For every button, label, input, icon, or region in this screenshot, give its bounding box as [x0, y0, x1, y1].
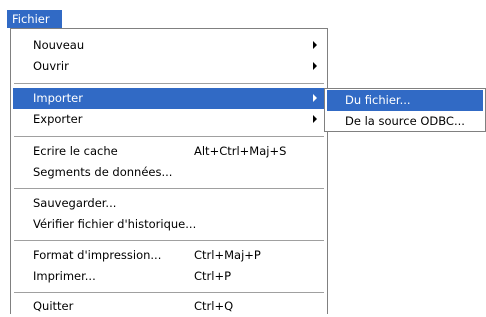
menu-item-label: Nouveau	[33, 38, 85, 52]
menu-item-nouveau[interactable]: Nouveau	[13, 35, 325, 56]
menu-item-label: Format d'impression...	[33, 248, 162, 262]
submenu-arrow-icon	[313, 94, 317, 102]
menu-item-shortcut: Ctrl+P	[194, 269, 232, 283]
menu-item-label: De la source ODBC...	[345, 114, 465, 128]
menu-fichier[interactable]: Fichier	[7, 10, 62, 28]
menu-item-verifier-historique[interactable]: Vérifier fichier d'historique...	[13, 214, 325, 235]
submenu-item-source-odbc[interactable]: De la source ODBC...	[327, 111, 483, 132]
menu-item-label: Vérifier fichier d'historique...	[33, 217, 197, 231]
menu-item-label: Imprimer...	[33, 269, 96, 283]
menu-separator	[14, 240, 324, 241]
import-submenu: Du fichier... De la source ODBC...	[324, 88, 486, 132]
menu-item-ouvrir[interactable]: Ouvrir	[13, 56, 325, 77]
menu-item-label: Ecrire le cache	[33, 144, 118, 158]
menu-item-ecrire-cache[interactable]: Ecrire le cache Alt+Ctrl+Maj+S	[13, 141, 325, 162]
menu-separator	[14, 83, 324, 84]
menu-separator	[14, 188, 324, 189]
menu-item-imprimer[interactable]: Imprimer... Ctrl+P	[13, 266, 325, 287]
submenu-arrow-icon	[313, 41, 317, 49]
menu-separator	[14, 136, 324, 137]
menu-item-label: Exporter	[33, 112, 83, 126]
menu-item-shortcut: Alt+Ctrl+Maj+S	[194, 144, 287, 158]
submenu-arrow-icon	[313, 115, 317, 123]
menu-item-label: Sauvegarder...	[33, 196, 117, 210]
menu-item-label: Importer	[33, 91, 83, 105]
file-menu: Nouveau Ouvrir Importer Exporter Ecrire …	[10, 28, 328, 314]
menu-item-label: Ouvrir	[33, 59, 69, 73]
submenu-item-du-fichier[interactable]: Du fichier...	[327, 90, 483, 111]
menu-item-label: Segments de données...	[33, 165, 173, 179]
submenu-arrow-icon	[313, 62, 317, 70]
menu-item-format-impression[interactable]: Format d'impression... Ctrl+Maj+P	[13, 245, 325, 266]
menu-item-exporter[interactable]: Exporter	[13, 109, 325, 130]
menu-item-label: Du fichier...	[345, 93, 411, 107]
menu-item-sauvegarder[interactable]: Sauvegarder...	[13, 193, 325, 214]
menu-item-importer[interactable]: Importer	[13, 88, 325, 109]
menu-item-shortcut: Ctrl+Maj+P	[194, 248, 261, 262]
menu-separator	[14, 292, 324, 293]
menu-item-segments[interactable]: Segments de données...	[13, 162, 325, 183]
